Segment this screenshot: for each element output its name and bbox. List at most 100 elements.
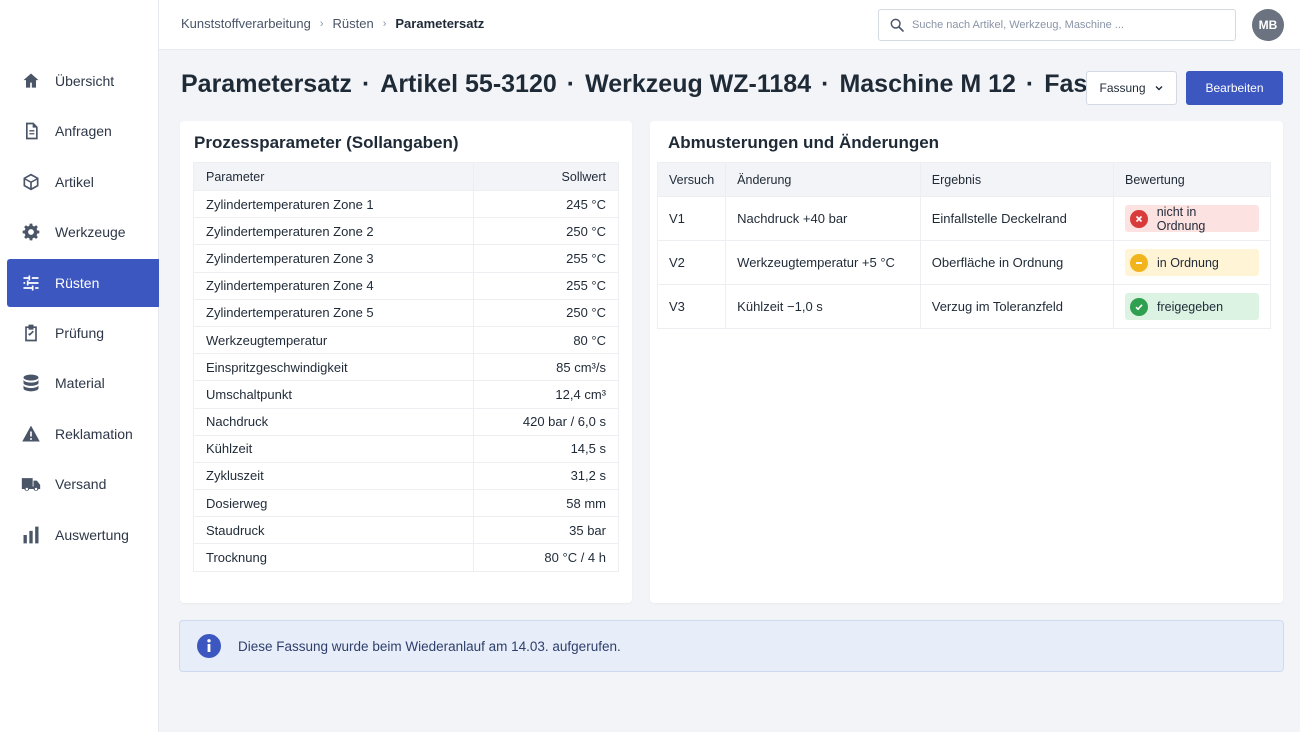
sidebar-item-artikel[interactable]: Artikel — [7, 158, 159, 206]
chevron-right-icon: › — [382, 17, 387, 30]
sidebar-item-label: Werkzeuge — [55, 224, 126, 241]
sidebar-item-label: Anfragen — [55, 123, 112, 140]
column-header: Sollwert — [473, 162, 619, 191]
parameters-table: Parameter Sollwert Zylindertemperaturen … — [193, 162, 619, 572]
title-separator: · — [361, 70, 371, 98]
status-badge: in Ordnung — [1125, 249, 1259, 276]
minus-icon — [1130, 253, 1148, 272]
table-row: V1 Nachdruck +40 bar Einfallstelle Decke… — [656, 196, 1271, 241]
table-row: Zylindertemperaturen Zone 3 255 °C — [193, 244, 619, 273]
check-icon — [1130, 297, 1148, 316]
error-icon — [1130, 209, 1148, 228]
table-row: Zykluszeit 31,2 s — [193, 461, 619, 491]
title-separator: · — [821, 70, 830, 98]
parameter-name: Zylindertemperaturen Zone 4 — [193, 271, 474, 300]
trial-id: V1 — [656, 196, 727, 241]
database-icon — [21, 373, 41, 393]
column-header: Parameter — [193, 162, 474, 191]
truck-icon — [21, 474, 41, 494]
parameter-value: 58 mm — [473, 489, 619, 518]
sidebar-nav: Übersicht Anfragen Artikel Werkzeuge Rüs… — [0, 57, 159, 561]
table-row: Dosierweg 58 mm — [193, 489, 619, 518]
parameter-value: 35 bar — [473, 516, 619, 545]
status-label: freigegeben — [1157, 299, 1224, 314]
parameter-name: Zylindertemperaturen Zone 3 — [193, 244, 474, 273]
sidebar-item-werkzeuge[interactable]: Werkzeuge — [7, 208, 159, 256]
parameter-value: 12,4 cm³ — [473, 380, 619, 409]
search-input[interactable] — [912, 19, 1222, 31]
sidebar-item-label: Prüfung — [55, 324, 105, 341]
trial-change: Kühlzeit −1,0 s — [725, 284, 921, 329]
table-row: Werkzeugtemperatur 80 °C — [193, 325, 619, 355]
parameter-name: Staudruck — [193, 516, 474, 545]
trial-id: V2 — [656, 240, 727, 285]
table-row: Zylindertemperaturen Zone 4 255 °C — [193, 271, 619, 300]
search-box[interactable] — [878, 9, 1236, 41]
info-banner: Diese Fassung wurde beim Wiederanlauf am… — [179, 620, 1284, 672]
sidebar-item-pruefung[interactable]: Prüfung — [7, 309, 159, 357]
sidebar-item-uebersicht[interactable]: Übersicht — [7, 57, 159, 105]
breadcrumb-current: Parametersatz — [395, 16, 485, 31]
table-row: Zylindertemperaturen Zone 2 250 °C — [193, 217, 619, 246]
parameter-name: Zylindertemperaturen Zone 1 — [193, 189, 474, 219]
parameter-name: Werkzeugtemperatur — [193, 325, 474, 355]
sliders-icon — [21, 273, 41, 293]
parameter-name: Zykluszeit — [193, 461, 474, 491]
gear-icon — [21, 222, 41, 242]
parameter-name: Einspritzgeschwindigkeit — [193, 353, 474, 382]
avatar[interactable]: MB — [1252, 9, 1284, 41]
sidebar-item-label: Übersicht — [55, 73, 115, 89]
parameter-value: 31,2 s — [473, 461, 619, 491]
table-row: Trocknung 80 °C / 4 h — [193, 543, 619, 572]
table-header-row: Parameter Sollwert — [193, 162, 619, 191]
breadcrumb-item[interactable]: Rüsten — [333, 16, 374, 31]
parameter-value: 14,5 s — [473, 434, 619, 463]
trial-result: Verzug im Toleranzfeld — [919, 284, 1115, 329]
parameter-value: 80 °C — [473, 325, 619, 355]
home-icon — [21, 71, 41, 91]
parameter-value: 250 °C — [473, 298, 619, 327]
table-row: Zylindertemperaturen Zone 5 250 °C — [193, 298, 619, 327]
title-part: Parametersatz — [181, 70, 352, 98]
box-icon — [21, 172, 41, 192]
title-separator: · — [566, 70, 576, 98]
sidebar-item-label: Reklamation — [55, 425, 133, 442]
sidebar-item-reklamation[interactable]: Reklamation — [7, 410, 159, 458]
status-label: in Ordnung — [1157, 255, 1219, 270]
parameter-value: 245 °C — [473, 189, 619, 219]
sidebar-item-label: Rüsten — [55, 274, 100, 291]
fassung-dropdown-button[interactable]: Fassung — [1086, 71, 1177, 105]
parameter-name: Dosierweg — [193, 489, 474, 518]
sidebar-item-anfragen[interactable]: Anfragen — [7, 107, 159, 155]
title-part: Maschine M 12 — [839, 70, 1016, 98]
parameter-value: 85 cm³/s — [473, 353, 619, 382]
sidebar-item-ruesten[interactable]: Rüsten — [7, 258, 159, 307]
parameter-name: Umschaltpunkt — [193, 380, 474, 409]
sidebar-item-label: Versand — [55, 476, 107, 493]
sidebar-item-versand[interactable]: Versand — [7, 460, 159, 508]
parameter-value: 80 °C / 4 h — [473, 543, 619, 572]
parameter-name: Kühlzeit — [193, 434, 474, 463]
trials-card: Abmusterungen und Änderungen Versuch Änd… — [650, 121, 1283, 603]
table-row: Umschaltpunkt 12,4 cm³ — [193, 380, 619, 409]
status-badge: nicht in Ordnung — [1125, 205, 1259, 233]
breadcrumb-item[interactable]: Kunststoffverarbeitung — [181, 16, 311, 31]
sidebar: Übersicht Anfragen Artikel Werkzeuge Rüs… — [0, 0, 159, 732]
trials-table: Versuch Änderung Ergebnis Bewertung V1 N… — [656, 162, 1271, 329]
sidebar-item-auswertung[interactable]: Auswertung — [7, 511, 159, 559]
table-row: Kühlzeit 14,5 s — [193, 434, 619, 463]
edit-button[interactable]: Bearbeiten — [1186, 71, 1283, 105]
title-part: Werkzeug WZ-1184 — [585, 70, 812, 98]
column-header: Versuch — [656, 162, 727, 197]
bar-chart-icon — [21, 525, 41, 545]
table-header-row: Versuch Änderung Ergebnis Bewertung — [656, 162, 1271, 197]
parameter-value: 255 °C — [473, 271, 619, 300]
sidebar-item-material[interactable]: Material — [7, 359, 159, 407]
parameter-name: Trocknung — [193, 543, 474, 572]
trial-change: Werkzeugtemperatur +5 °C — [725, 240, 921, 285]
column-header: Bewertung — [1113, 162, 1271, 197]
document-icon — [21, 121, 41, 141]
warning-icon — [21, 424, 41, 444]
trial-rating: nicht in Ordnung — [1113, 196, 1271, 241]
title-part: Artikel 55-3120 — [380, 70, 557, 98]
